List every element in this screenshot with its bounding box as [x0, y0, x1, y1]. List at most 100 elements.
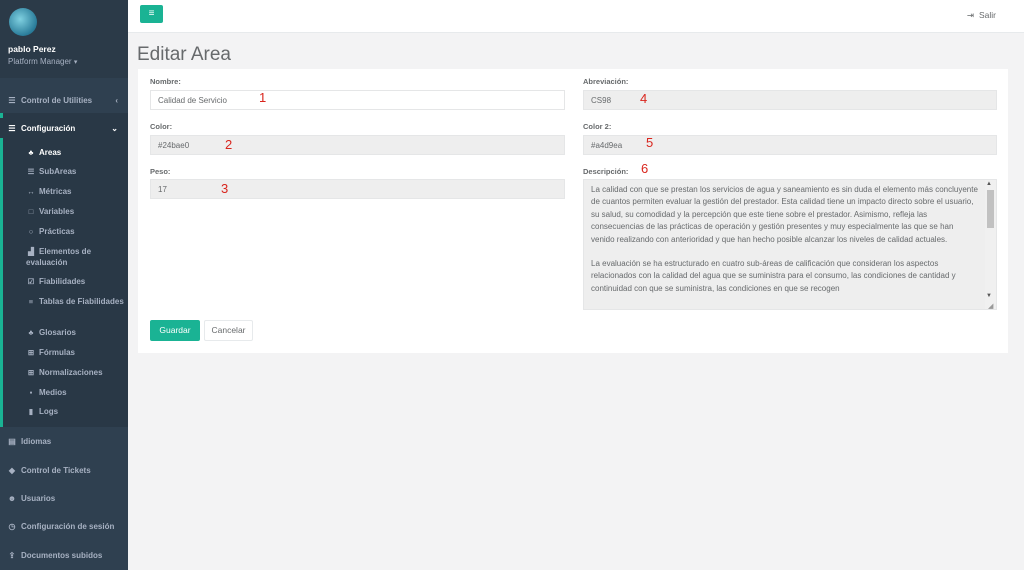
tint-icon: ▪ [29, 388, 33, 397]
sidebar-item-config-sesion[interactable]: ◷ Configuración de sesión [0, 516, 128, 536]
sidebar-item-usuarios[interactable]: ☻ Usuarios [0, 488, 128, 508]
sidebar-item-idiomas[interactable]: ▤ Idiomas [0, 431, 128, 451]
profile-block: pablo Perez Platform Manager ▾ [0, 0, 128, 78]
annotation-number-2: 2 [225, 137, 233, 152]
edit-area-form: Nombre: Calidad de Servicio 1 Abreviació… [138, 69, 1008, 353]
textarea-scrollbar[interactable]: ▲ ▼ [985, 180, 996, 309]
submenu-item-variables[interactable]: □ Variables [26, 206, 126, 217]
tag-icon: ◆ [8, 465, 16, 475]
sidebar-item-label: Control de Tickets [21, 465, 91, 475]
descripcion-paragraph-1: La calidad con que se prestan los servic… [591, 185, 978, 244]
color-input[interactable]: #24bae0 [150, 135, 565, 155]
submenu-label: Fórmulas [39, 348, 76, 357]
sidebar-item-label: Documentos subidos [21, 550, 103, 560]
sidebar-item-label: Usuarios [21, 493, 56, 503]
submenu-label: Normalizaciones [39, 368, 103, 377]
submenu-label: Medios [39, 388, 67, 397]
topbar: ≡ ⇥ Salir [128, 0, 1024, 33]
descripcion-paragraph-2: La evaluación se ha estructurado en cuat… [591, 259, 956, 293]
submenu-item-logs[interactable]: ▮ Logs [26, 406, 126, 417]
resize-grip-icon[interactable]: ◢ [988, 302, 993, 310]
profile-role-dropdown[interactable]: Platform Manager ▾ [8, 57, 128, 66]
submenu-item-formulas[interactable]: ⊞ Fórmulas [26, 347, 126, 358]
annotation-number-6: 6 [641, 161, 649, 176]
color-label: Color: [150, 122, 173, 131]
submenu-label: Prácticas [39, 227, 75, 236]
list-ol-icon: ≡ [28, 297, 34, 306]
logout-label: Salir [978, 10, 996, 20]
submenu-item-normalizaciones[interactable]: ⊞ Normalizaciones [26, 367, 126, 378]
abreviacion-label: Abreviación: [583, 77, 629, 86]
submenu-label: Métricas [39, 187, 72, 196]
sidebar: pablo Perez Platform Manager ▾ ☰ Control… [0, 0, 128, 570]
submenu-item-practicas[interactable]: ○ Prácticas [26, 226, 126, 237]
scroll-up-icon[interactable]: ▲ [986, 181, 992, 187]
avatar[interactable] [9, 8, 37, 36]
square-icon: □ [28, 207, 34, 216]
descripcion-textarea[interactable]: La calidad con que se prestan los servic… [583, 179, 997, 310]
arrows-h-icon: ↔ [27, 187, 35, 196]
submenu-label: Glosarios [39, 328, 76, 337]
sitemap-icon: ♣ [28, 328, 34, 337]
sidebar-item-label: Idiomas [21, 436, 52, 446]
active-menu-block [0, 113, 128, 427]
sidebar-item-control-tickets[interactable]: ◆ Control de Tickets [0, 460, 128, 480]
submenu-item-metricas[interactable]: ↔ Métricas [26, 186, 126, 197]
cancel-button[interactable]: Cancelar [204, 320, 253, 341]
circle-icon: ○ [28, 227, 34, 236]
language-icon: ▤ [8, 436, 16, 446]
save-button[interactable]: Guardar [150, 320, 200, 341]
submenu-item-fiabilidades[interactable]: ☑ Fiabilidades [26, 276, 126, 287]
submenu-item-tablas-fiabilidades[interactable]: ≡ Tablas de Fiabilidades [26, 296, 126, 307]
annotation-number-1: 1 [259, 90, 267, 105]
submenu-item-glosarios[interactable]: ♣ Glosarios [26, 327, 126, 338]
sidebar-item-documentos[interactable]: ⇪ Documentos subidos [0, 545, 128, 565]
check-square-icon: ☑ [27, 277, 35, 286]
annotation-number-5: 5 [646, 135, 654, 150]
submenu-item-subareas[interactable]: ☰ SubAreas [26, 166, 126, 177]
scroll-down-icon[interactable]: ▼ [986, 293, 992, 299]
color2-label: Color 2: [583, 122, 612, 131]
nombre-label: Nombre: [150, 77, 181, 86]
chevron-down-icon: ⌄ [111, 123, 118, 133]
plus-square-icon: ⊞ [27, 348, 35, 357]
upload-icon: ⇪ [8, 550, 16, 560]
annotation-number-3: 3 [221, 181, 229, 196]
peso-label: Peso: [150, 167, 171, 176]
caret-down-icon: ▾ [73, 59, 78, 66]
book-icon: ▮ [28, 407, 34, 416]
sidebar-item-label: Control de Utilities [21, 95, 93, 105]
list-icon: ☰ [8, 123, 16, 133]
submenu-label: Logs [39, 407, 59, 416]
submenu-label: Tablas de Fiabilidades [39, 297, 124, 306]
submenu-label: Fiabilidades [39, 277, 86, 286]
users-icon: ☻ [7, 493, 17, 503]
submenu-label: SubAreas [39, 167, 77, 176]
sidebar-item-label: Configuración [21, 123, 76, 133]
menu-toggle-button[interactable]: ≡ [140, 5, 163, 23]
bar-chart-icon: ▟ [28, 247, 34, 256]
logout-link[interactable]: ⇥ Salir [967, 10, 996, 21]
hamburger-icon: ≡ [148, 8, 155, 19]
submenu-label: Variables [39, 207, 75, 216]
page-title: Editar Area [137, 44, 231, 65]
profile-role-label: Platform Manager [8, 57, 72, 66]
submenu-item-elementos-evaluacion[interactable]: ▟ Elementos de evaluación [26, 246, 126, 268]
sign-out-icon: ⇥ [966, 10, 974, 20]
clock-icon: ◷ [8, 521, 16, 531]
nombre-input[interactable]: Calidad de Servicio [150, 90, 565, 110]
list-icon: ☰ [27, 167, 35, 176]
submenu-label: Areas [39, 148, 62, 157]
submenu-item-medios[interactable]: ▪ Medios [26, 387, 126, 398]
annotation-number-4: 4 [640, 91, 648, 106]
sidebar-item-label: Configuración de sesión [21, 521, 115, 531]
sidebar-item-control-utilities[interactable]: ☰ Control de Utilities ‹ [0, 90, 128, 110]
profile-name: pablo Perez [8, 44, 56, 54]
submenu-item-areas[interactable]: ♣ Areas [26, 147, 126, 158]
chevron-left-icon: ‹ [115, 95, 118, 105]
plus-square-icon: ⊞ [27, 368, 35, 377]
scrollbar-thumb[interactable] [987, 190, 994, 228]
sidebar-item-configuracion[interactable]: ☰ Configuración ⌄ [0, 118, 128, 138]
peso-input[interactable]: 17 [150, 179, 565, 199]
descripcion-label: Descripción: [583, 167, 629, 176]
